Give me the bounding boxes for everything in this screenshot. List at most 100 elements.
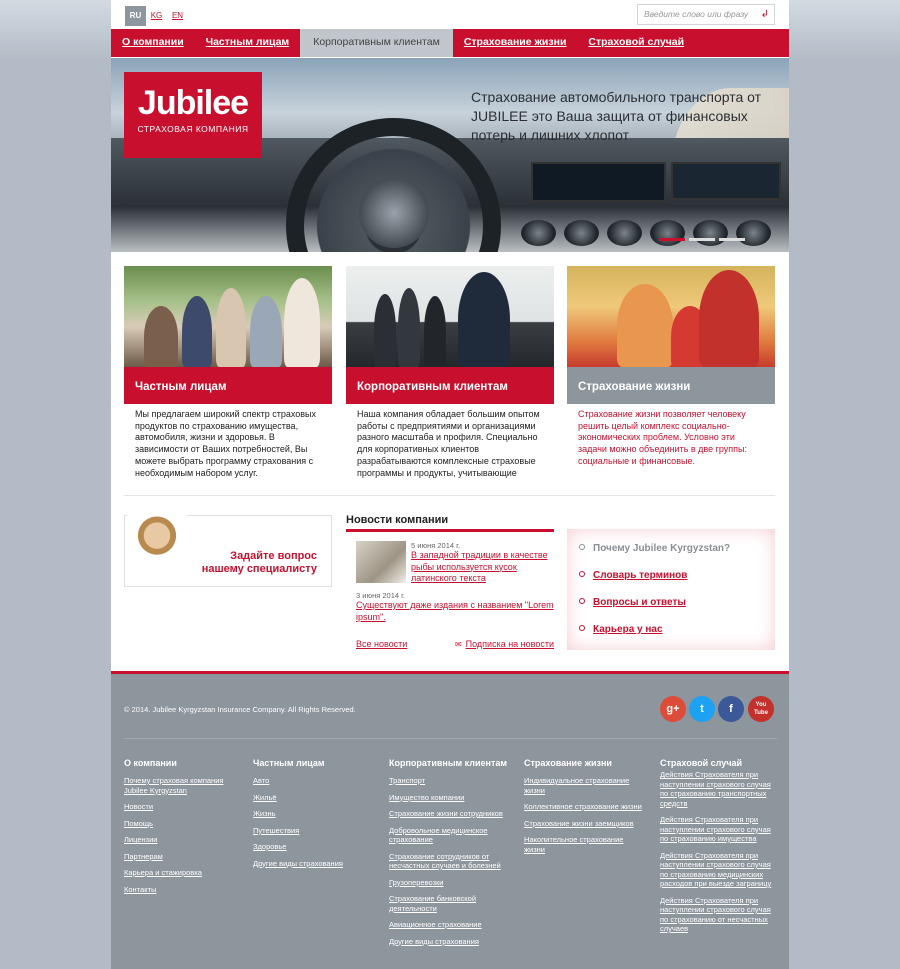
news-link[interactable]: В западной традиции в качестве рыбы испо…	[411, 550, 554, 585]
footer-link[interactable]: Страхование жизни сотрудников	[389, 809, 511, 819]
main-nav: О компании Частным лицам Корпоративным к…	[111, 29, 789, 57]
nav-corporate[interactable]: Корпоративным клиентам	[300, 29, 453, 57]
footer-link[interactable]: Авто	[253, 776, 373, 786]
footer-col-title: Корпоративным клиентам	[389, 758, 508, 768]
card-corporate[interactable]: Корпоративным клиентам Наша компания обл…	[346, 266, 554, 479]
footer-link[interactable]: Действия Страхователя при наступлении ст…	[660, 770, 778, 808]
card-title[interactable]: Корпоративным клиентам	[346, 367, 554, 404]
card-title[interactable]: Страхование жизни	[567, 367, 775, 404]
footer-col-about: О компании Почему страховая компания Jub…	[124, 758, 236, 901]
business-photo	[346, 266, 554, 367]
facebook-icon[interactable]: f	[718, 696, 744, 722]
subscribe-news-link[interactable]: Подписка на новости	[466, 639, 554, 649]
nav-private[interactable]: Частным лицам	[195, 29, 301, 57]
footer-link[interactable]: Грузоперевозки	[389, 878, 511, 888]
footer-link[interactable]: Транспорт	[389, 776, 511, 786]
banner-slogan: Страхование автомобильного транспорта от…	[471, 89, 762, 143]
all-news-link[interactable]: Все новости	[356, 639, 407, 649]
quick-links-box: Почему Jubilee Kyrgyzstan? Словарь терми…	[567, 529, 775, 650]
footer-link[interactable]: Страхование жизни заемщиков	[524, 819, 642, 829]
news-thumbnail[interactable]	[356, 541, 406, 583]
slider-dot-1[interactable]	[659, 238, 685, 241]
footer-link[interactable]: Путешествия	[253, 826, 373, 836]
footer-link[interactable]: Другие виды страхования	[389, 937, 511, 947]
footer-link[interactable]: Лицензии	[124, 835, 236, 845]
slider-dot-2[interactable]	[689, 238, 715, 241]
ask-line-1: Задайте вопрос	[230, 550, 317, 562]
ask-line-2: нашему специалисту	[201, 562, 317, 575]
nav-about[interactable]: О компании	[111, 29, 195, 57]
footer-link[interactable]: Страхование сотрудников от несчастных сл…	[389, 852, 511, 871]
lang-ru[interactable]: RU	[125, 6, 146, 26]
card-text: Страхование жизни позволяет человеку реш…	[578, 409, 748, 466]
nav-claims[interactable]: Страховой случай	[577, 29, 695, 57]
footer-link[interactable]: Накопительное страхование жизни	[524, 835, 642, 854]
slider-dots	[659, 238, 745, 241]
logo-wordmark: Jubilee	[137, 84, 249, 122]
footer-col-private: Частным лицам Авто Жильё Жизнь Путешеств…	[253, 758, 373, 875]
display-graphic-2	[671, 162, 781, 200]
google-plus-icon[interactable]: g+	[660, 696, 686, 722]
copyright: © 2014. Jubilee Kyrgyzstan Insurance Com…	[124, 705, 356, 714]
footer-col-life: Страхование жизни Индивидуальное страхов…	[524, 758, 642, 861]
footer-link[interactable]: Индивидуальное страхование жизни	[524, 776, 642, 795]
footer-link[interactable]: Добровольное медицинское страхование	[389, 826, 511, 845]
footer-link[interactable]: Новости	[124, 802, 236, 812]
footer-link[interactable]: Партнерам	[124, 852, 236, 862]
card-life[interactable]: Страхование жизни Страхование жизни позв…	[567, 266, 775, 468]
display-graphic	[531, 162, 666, 202]
footer-col-claims: Страховой случай Действия Страхователя п…	[660, 758, 778, 941]
news-title: Новости компании	[346, 514, 554, 532]
bullet-icon	[579, 625, 585, 631]
card-text: Мы предлагаем широкий спектр страховых п…	[135, 409, 317, 478]
language-switcher: RU KG EN	[125, 6, 188, 26]
footer-col-title: Страховой случай	[660, 758, 743, 768]
ask-specialist-link[interactable]: Задайте вопрос нашему специалисту	[202, 550, 317, 575]
search-submit-icon[interactable]: ↲	[761, 5, 769, 24]
footer-link[interactable]: Контакты	[124, 885, 236, 895]
card-private[interactable]: Частным лицам Мы предлагаем широкий спек…	[124, 266, 332, 479]
vents-graphic	[521, 220, 771, 246]
footer-link[interactable]: Жизнь	[253, 809, 373, 819]
quicklink-why[interactable]: Почему Jubilee Kyrgyzstan?	[579, 542, 775, 569]
footer-link[interactable]: Здоровье	[253, 842, 373, 852]
footer-link[interactable]: Действия Страхователя при наступлении ст…	[660, 896, 778, 934]
logo-subtitle: СТРАХОВАЯ КОМПАНИЯ	[137, 124, 249, 134]
ask-specialist-box[interactable]: Задайте вопрос нашему специалисту	[124, 514, 332, 587]
footer-link[interactable]: Другие виды страхования	[253, 859, 373, 869]
footer-link[interactable]: Коллективное страхование жизни	[524, 802, 642, 812]
footer-link[interactable]: Помощь	[124, 819, 236, 829]
footer-link[interactable]: Действия Страхователя при наступлении ст…	[660, 851, 778, 889]
quicklink-career[interactable]: Карьера у нас	[579, 623, 775, 650]
lang-kg[interactable]: KG	[146, 6, 167, 26]
footer-link[interactable]: Жильё	[253, 793, 373, 803]
footer-link[interactable]: Действия Страхователя при наступлении ст…	[660, 815, 778, 844]
footer-col-title: Частным лицам	[253, 758, 325, 768]
footer-divider	[124, 738, 777, 739]
nav-life[interactable]: Страхование жизни	[453, 29, 578, 57]
envelope-icon: ✉	[454, 640, 462, 649]
footer-link[interactable]: Имущество компании	[389, 793, 511, 803]
news-link[interactable]: Существуют даже издания с названием "Lor…	[356, 600, 554, 623]
news-date: 5 июня 2014 г.	[411, 541, 461, 550]
twitter-icon[interactable]: t	[689, 696, 715, 722]
search-input[interactable]: Введите слово или фразу ↲	[637, 4, 775, 25]
footer-link[interactable]: Авиационное страхование	[389, 920, 511, 930]
lang-en[interactable]: EN	[167, 6, 188, 26]
card-title[interactable]: Частным лицам	[124, 367, 332, 404]
footer-link[interactable]: Почему страховая компания Jubilee Kyrgyz…	[124, 776, 236, 795]
quicklink-faq[interactable]: Вопросы и ответы	[579, 596, 775, 623]
news-footer: Все новости ✉ Подписка на новости	[346, 639, 554, 649]
news-date: 3 июня 2014 г.	[356, 591, 406, 600]
news-item: 5 июня 2014 г. В западной традиции в кач…	[346, 541, 554, 589]
footer-link[interactable]: Страхование банковской деятельности	[389, 894, 511, 913]
youtube-icon[interactable]: You Tube	[748, 696, 774, 722]
hero-banner: Jubilee СТРАХОВАЯ КОМПАНИЯ Страхование а…	[111, 58, 789, 252]
quicklink-glossary[interactable]: Словарь терминов	[579, 569, 775, 596]
news-block: Новости компании 5 июня 2014 г. В западн…	[346, 514, 554, 649]
family-photo	[124, 266, 332, 367]
slider-dot-3[interactable]	[719, 238, 745, 241]
jubilee-logo[interactable]: Jubilee СТРАХОВАЯ КОМПАНИЯ	[124, 72, 262, 158]
operator-photo	[127, 514, 187, 586]
footer-link[interactable]: Карьера и стажировка	[124, 868, 236, 878]
